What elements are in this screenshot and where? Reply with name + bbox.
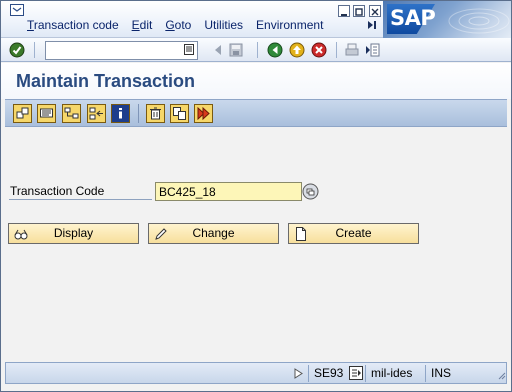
delete-button[interactable]	[146, 104, 165, 123]
menu-utilities[interactable]: Utilities	[204, 18, 243, 34]
status-bar: SE93 mil-ides INS	[5, 362, 507, 384]
print-icon[interactable]	[344, 42, 360, 58]
back-green-icon[interactable]	[267, 42, 283, 58]
session-list-icon[interactable]	[349, 366, 363, 380]
menu-goto[interactable]: Goto	[165, 18, 191, 34]
cancel-icon[interactable]	[311, 42, 327, 58]
back-icon[interactable]	[210, 42, 226, 58]
menu-environment[interactable]: Environment	[256, 18, 323, 34]
transaction-code-label: Transaction Code	[10, 184, 105, 198]
minimize-button[interactable]	[338, 5, 350, 17]
find-icon[interactable]	[365, 42, 381, 58]
display-object-button[interactable]	[37, 104, 56, 123]
title-area: Maintain Transaction	[1, 63, 511, 99]
save-icon[interactable]	[228, 42, 244, 58]
delete-icon	[150, 107, 161, 120]
standard-toolbar	[1, 38, 511, 62]
close-button[interactable]	[369, 5, 381, 17]
copy-icon	[173, 107, 186, 120]
display-glasses-icon	[14, 229, 28, 240]
exit-icon[interactable]	[289, 42, 305, 58]
status-transaction: SE93	[308, 365, 345, 382]
resize-grip-icon[interactable]	[496, 370, 506, 380]
new-document-icon	[296, 227, 306, 241]
menu-bar: Transaction code Edit Goto Utilities Env…	[1, 1, 511, 38]
transaction-code-input[interactable]: BC425_18	[155, 182, 302, 201]
display-object-icon	[40, 108, 53, 118]
maximize-icon	[355, 8, 363, 16]
system-menu-icon[interactable]	[10, 4, 24, 16]
sap-logo: SAP	[383, 1, 511, 38]
hierarchy-icon	[64, 107, 79, 119]
display-button[interactable]: Display	[8, 223, 139, 244]
minimize-icon	[341, 14, 347, 16]
command-field[interactable]	[45, 41, 198, 60]
enter-icon[interactable]	[9, 42, 25, 58]
change-button[interactable]: Change	[148, 223, 279, 244]
label-underline	[9, 199, 152, 200]
copy-button[interactable]	[170, 104, 189, 123]
maximize-button[interactable]	[353, 5, 365, 17]
sap-gui-window: Transaction code Edit Goto Utilities Env…	[0, 0, 512, 392]
content-area: Transaction Code BC425_18 Display Change	[5, 128, 507, 360]
execute-icon	[197, 106, 210, 121]
menu-transaction-code[interactable]: Transaction code	[27, 18, 119, 34]
application-toolbar	[5, 99, 507, 127]
command-history-icon[interactable]	[184, 44, 194, 55]
display-button-label: Display	[53, 226, 94, 240]
value-help-icon[interactable]	[302, 183, 319, 200]
status-insert-mode[interactable]: INS	[425, 365, 454, 382]
information-button[interactable]	[111, 104, 130, 123]
change-button-label: Change	[192, 226, 235, 240]
other-object-button[interactable]	[13, 104, 32, 123]
page-title: Maintain Transaction	[16, 71, 196, 91]
close-icon	[371, 8, 379, 16]
where-used-icon	[89, 107, 103, 120]
where-used-button[interactable]	[87, 104, 106, 123]
status-expand-icon[interactable]	[294, 368, 303, 379]
other-object-icon	[16, 107, 29, 119]
pencil-icon	[155, 228, 167, 240]
more-menus-icon[interactable]	[367, 20, 377, 30]
status-server: mil-ides	[365, 365, 425, 382]
hierarchy-button[interactable]	[62, 104, 81, 123]
create-button-label: Create	[335, 226, 372, 240]
create-button[interactable]: Create	[288, 223, 419, 244]
menu-edit[interactable]: Edit	[132, 18, 153, 34]
execute-button[interactable]	[194, 104, 213, 123]
information-icon	[119, 108, 122, 119]
